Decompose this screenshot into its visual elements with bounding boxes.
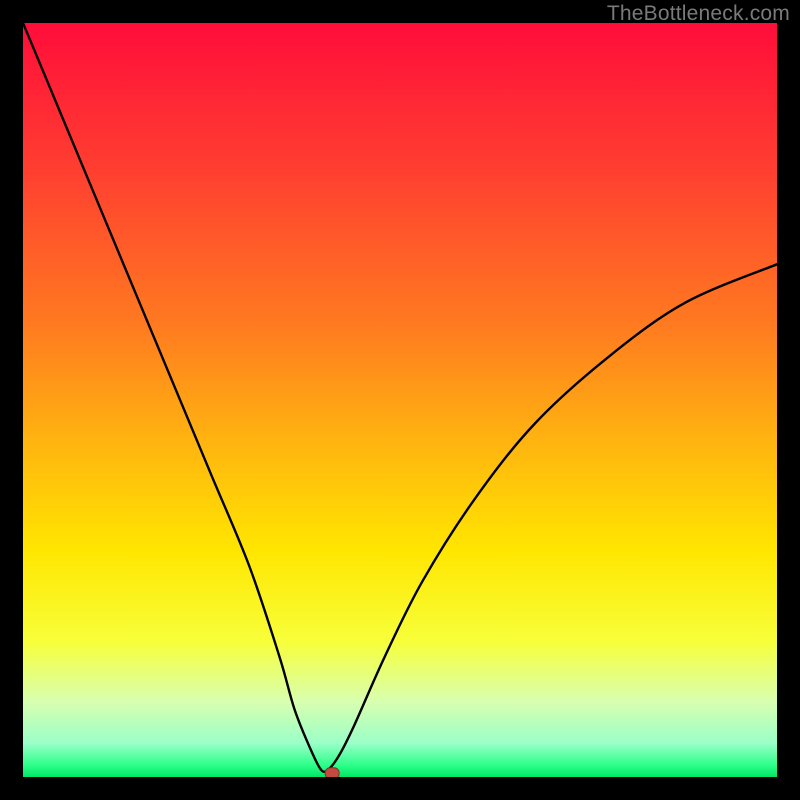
chart-frame xyxy=(23,23,777,777)
gradient-background xyxy=(23,23,777,777)
optimal-point-marker xyxy=(325,768,339,777)
bottleneck-chart xyxy=(23,23,777,777)
watermark-text: TheBottleneck.com xyxy=(607,2,790,26)
